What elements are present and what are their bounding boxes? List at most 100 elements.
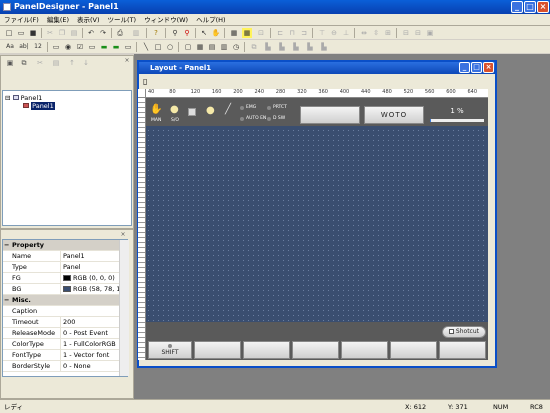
menu-help[interactable]: ヘルプ(H) <box>192 14 229 26</box>
menu-file[interactable]: ファイル(F) <box>0 14 43 26</box>
help-icon[interactable]: ? <box>151 28 161 38</box>
property-scrollbar[interactable] <box>119 240 129 376</box>
snap-grid-icon[interactable]: ▦ <box>242 28 252 38</box>
build-icon[interactable]: ▥ <box>131 28 141 38</box>
cut-panel-icon[interactable]: ✂ <box>35 58 45 68</box>
function-button-5[interactable] <box>341 341 388 359</box>
maximize-button[interactable]: □ <box>524 1 536 13</box>
design-canvas[interactable] <box>146 98 488 360</box>
align-right-icon[interactable]: ⊐ <box>299 28 309 38</box>
hand-icon[interactable]: ✋ <box>211 28 221 38</box>
align-middle-icon[interactable]: ⊖ <box>329 28 339 38</box>
property-row[interactable]: Type Panel <box>3 262 127 273</box>
align-left-icon[interactable]: ⊏ <box>275 28 285 38</box>
shift-button[interactable]: SHIFT <box>148 341 192 359</box>
property-row[interactable]: BorderStyle 0 - None <box>3 361 127 372</box>
lamp-tool-icon[interactable]: ▬ <box>99 42 109 52</box>
bar-tool-icon[interactable]: ▭ <box>123 42 133 52</box>
layer-2-icon[interactable]: ▙ <box>277 42 287 52</box>
property-section-header[interactable]: − Property <box>3 240 127 251</box>
align-center-icon[interactable]: ⊓ <box>287 28 297 38</box>
property-row[interactable]: FG RGB (0, 0, 0) <box>3 273 127 284</box>
square-widget[interactable] <box>188 108 196 116</box>
paste-icon[interactable]: ▤ <box>69 28 79 38</box>
auto-en-lamp[interactable] <box>240 117 244 121</box>
image2-tool-icon[interactable]: ▦ <box>195 42 205 52</box>
emg-lamp[interactable] <box>240 106 244 110</box>
save-icon[interactable]: ■ <box>28 28 38 38</box>
wrench-icon-widget[interactable]: ╱ <box>225 104 231 115</box>
paste-panel-icon[interactable]: ▤ <box>51 58 61 68</box>
function-button-2[interactable] <box>194 341 241 359</box>
misc-section-header[interactable]: − Misc. <box>3 295 127 306</box>
shotcut-toggle[interactable]: Shotcut <box>442 326 486 338</box>
bulb-icon-widget[interactable]: ● <box>170 104 179 115</box>
property-row[interactable]: ReleaseMode 0 - Post Event <box>3 328 127 339</box>
zoom-icon[interactable]: ⚲ <box>170 28 180 38</box>
list-tool-icon[interactable]: ▤ <box>207 42 217 52</box>
undo-icon[interactable]: ↶ <box>86 28 96 38</box>
copy-icon[interactable]: ❐ <box>57 28 67 38</box>
dsw-lamp[interactable] <box>267 117 271 121</box>
menu-edit[interactable]: 編集(E) <box>43 14 73 26</box>
center-h-icon[interactable]: ⊟ <box>401 28 411 38</box>
select-pointer-icon[interactable]: ↖ <box>199 28 209 38</box>
property-row[interactable]: BG RGB (58, 78, 11 <box>3 284 127 295</box>
property-row[interactable]: Name Panel1 <box>3 251 127 262</box>
checkbox-tool-icon[interactable]: ☑ <box>75 42 85 52</box>
text-edit-button[interactable]: ab| <box>18 42 30 52</box>
move-down-icon[interactable]: ↓ <box>81 58 91 68</box>
table-tool-icon[interactable]: ▥ <box>219 42 229 52</box>
group-icon[interactable]: ⧉ <box>249 42 259 52</box>
rect-tool-icon[interactable]: □ <box>153 42 163 52</box>
layout-minimize-button[interactable]: _ <box>459 62 470 73</box>
layer-5-icon[interactable]: ▙ <box>319 42 329 52</box>
function-button-7[interactable] <box>439 341 486 359</box>
property-row[interactable]: ColorType 1 - FullColorRGB <box>3 339 127 350</box>
frame-tool-icon[interactable]: ▭ <box>51 42 61 52</box>
align-bottom-icon[interactable]: ⊥ <box>341 28 351 38</box>
grid-icon[interactable]: ▦ <box>229 28 239 38</box>
minimize-button[interactable]: _ <box>511 1 523 13</box>
redo-icon[interactable]: ↷ <box>98 28 108 38</box>
line-tool-icon[interactable]: ╲ <box>141 42 151 52</box>
blank-top-button[interactable] <box>300 106 360 124</box>
cut-icon[interactable]: ✂ <box>45 28 55 38</box>
tree-child[interactable]: Panel1 <box>23 102 55 110</box>
move-up-icon[interactable]: ↑ <box>67 58 77 68</box>
function-button-6[interactable] <box>390 341 437 359</box>
image-tool-icon[interactable]: ▢ <box>183 42 193 52</box>
panel-close-icon[interactable]: × <box>122 56 132 66</box>
hand-icon-widget[interactable]: ✋ <box>150 104 162 115</box>
timer-tool-icon[interactable]: ◷ <box>231 42 241 52</box>
order-icon[interactable]: ▣ <box>425 28 435 38</box>
open-folder-icon[interactable]: ▭ <box>16 28 26 38</box>
new-file-icon[interactable]: □ <box>4 28 14 38</box>
prtct-lamp[interactable] <box>267 106 271 110</box>
menu-tools[interactable]: ツール(T) <box>104 14 141 26</box>
number-button[interactable]: 12 <box>32 42 44 52</box>
menu-view[interactable]: 表示(V) <box>73 14 104 26</box>
layout-close-button[interactable]: × <box>483 62 494 73</box>
layer-4-icon[interactable]: ▙ <box>305 42 315 52</box>
ellipse-tool-icon[interactable]: ○ <box>165 42 175 52</box>
button-tool-icon[interactable]: ▭ <box>87 42 97 52</box>
close-button[interactable]: × <box>537 1 549 13</box>
layer-1-icon[interactable]: ▙ <box>263 42 273 52</box>
function-button-4[interactable] <box>292 341 339 359</box>
woto-button[interactable]: WOTO <box>364 106 424 124</box>
space-v-icon[interactable]: ⇳ <box>371 28 381 38</box>
fit-icon[interactable]: ⊡ <box>256 28 266 38</box>
same-size-icon[interactable]: ⊞ <box>383 28 393 38</box>
led-tool-icon[interactable]: ▬ <box>111 42 121 52</box>
layer-3-icon[interactable]: ▙ <box>291 42 301 52</box>
print-icon[interactable]: ⎙ <box>115 28 125 38</box>
radio-tool-icon[interactable]: ◉ <box>63 42 73 52</box>
copy-panel-icon[interactable]: ⧉ <box>19 58 29 68</box>
menu-window[interactable]: ウィンドウ(W) <box>140 14 192 26</box>
property-row[interactable]: Caption <box>3 306 127 317</box>
property-row[interactable]: Timeout 200 <box>3 317 127 328</box>
zoom-out-icon[interactable]: ⚲ <box>182 28 192 38</box>
space-h-icon[interactable]: ⇹ <box>359 28 369 38</box>
view-icon[interactable]: ▣ <box>5 58 15 68</box>
